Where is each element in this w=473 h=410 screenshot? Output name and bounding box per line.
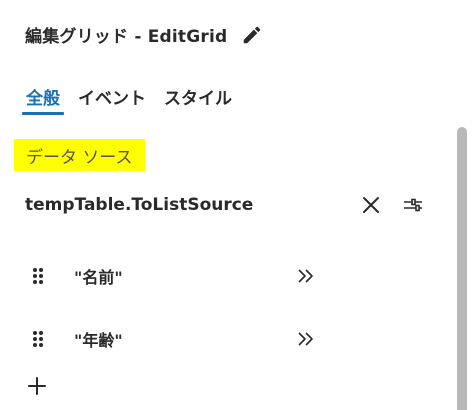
double-chevron-right-icon[interactable]: [294, 264, 318, 288]
data-source-value[interactable]: tempTable.ToListSource: [25, 195, 359, 215]
data-source-section-label: データ ソース: [14, 139, 145, 171]
plus-icon[interactable]: [26, 375, 48, 397]
scrollbar-thumb[interactable]: [457, 127, 467, 410]
field-label-name: "名前": [74, 268, 123, 287]
field-label-age: "年齢": [74, 331, 123, 350]
properties-panel: 編集グリッド - EditGrid 全般 イベント スタイル データ ソース t…: [0, 0, 473, 410]
drag-handle-icon[interactable]: [28, 266, 48, 286]
tab-events[interactable]: イベント: [78, 84, 146, 115]
tab-general[interactable]: 全般: [22, 84, 64, 115]
drag-handle-icon[interactable]: [28, 329, 48, 349]
double-chevron-right-icon[interactable]: [294, 327, 318, 351]
list-item: "年齢": [28, 324, 318, 354]
panel-title: 編集グリッド - EditGrid: [25, 27, 228, 47]
tab-bar: 全般 イベント スタイル: [22, 84, 250, 115]
panel-header: 編集グリッド - EditGrid: [25, 22, 263, 47]
data-source-row: tempTable.ToListSource: [25, 191, 425, 219]
close-icon[interactable]: [359, 193, 383, 217]
list-item: "名前": [28, 261, 318, 291]
tab-style[interactable]: スタイル: [164, 84, 232, 115]
pencil-icon[interactable]: [241, 24, 263, 46]
sliders-icon[interactable]: [401, 193, 425, 217]
data-source-label-text: データ ソース: [26, 147, 133, 168]
